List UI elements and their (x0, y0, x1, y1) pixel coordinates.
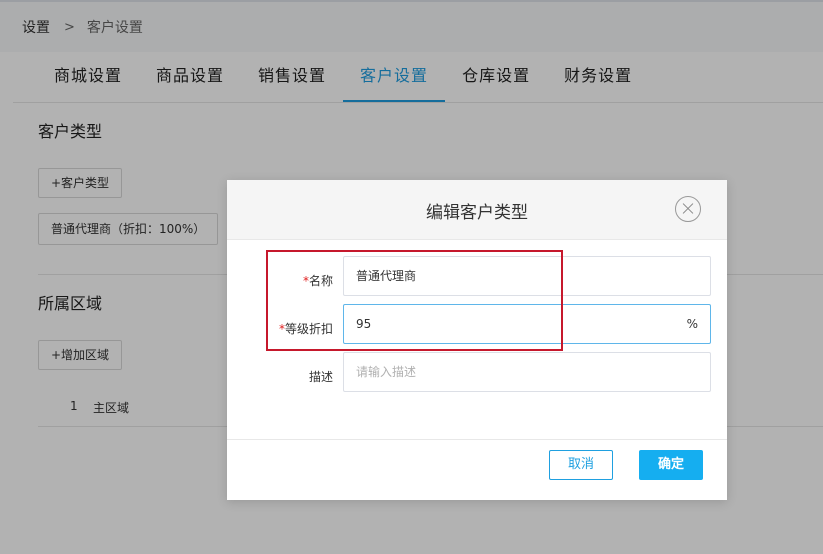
name-input[interactable]: 普通代理商 (343, 256, 711, 296)
percent-suffix: % (686, 317, 698, 331)
close-icon[interactable] (675, 196, 701, 222)
edit-customer-type-dialog: 编辑客户类型 *名称 普通代理商 *等级折扣 95 % 描述 请输入描述 取消 … (227, 180, 727, 500)
name-label: *名称 (302, 274, 333, 288)
description-input[interactable]: 请输入描述 (343, 352, 711, 392)
cancel-button[interactable]: 取消 (549, 450, 613, 480)
discount-value: 95 (356, 317, 372, 331)
description-label: 描述 (308, 370, 333, 384)
discount-input[interactable]: 95 % (343, 304, 711, 344)
dialog-header: 编辑客户类型 (227, 180, 727, 240)
dialog-footer-divider (227, 439, 727, 440)
discount-label: *等级折扣 (278, 322, 333, 336)
confirm-button[interactable]: 确定 (639, 450, 703, 480)
description-placeholder: 请输入描述 (356, 365, 417, 379)
name-value: 普通代理商 (356, 269, 417, 283)
dialog-title: 编辑客户类型 (426, 203, 528, 223)
